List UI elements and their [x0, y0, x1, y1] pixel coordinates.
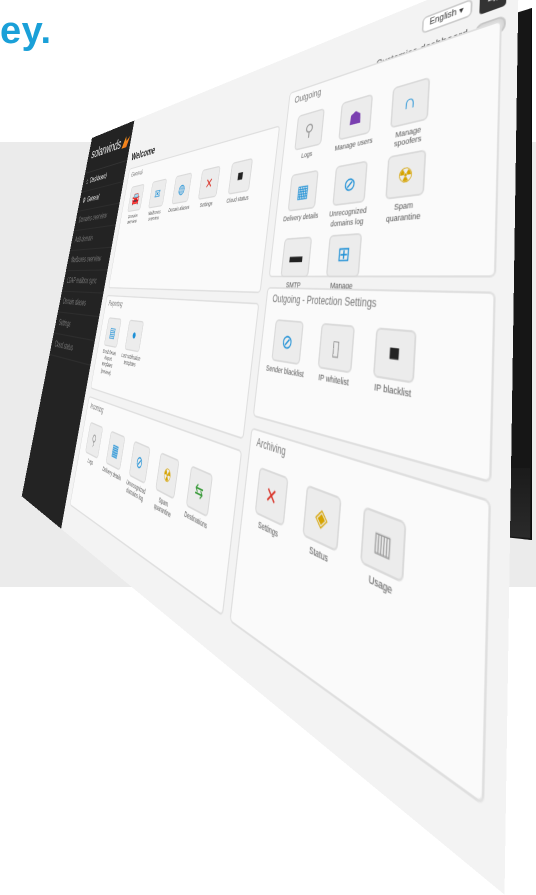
search-icon: ⚲: [303, 120, 315, 141]
tile-status-button[interactable]: ◈ Status: [294, 482, 349, 573]
users-icon: ☗: [348, 106, 363, 130]
mail-icon: ✉: [153, 186, 162, 202]
tile-icon-box: ▤: [103, 317, 122, 349]
drop-icon: ●: [130, 327, 138, 344]
document-icon: ▦: [295, 181, 310, 203]
status-icon: ◈: [314, 502, 329, 535]
tile-spam-quarantine-button[interactable]: ☢ Spam quarantine: [149, 450, 184, 522]
tile-label: Settings: [199, 199, 213, 209]
tile-label: Domains overview: [126, 212, 139, 226]
tile-icon-box: ●: [124, 319, 145, 353]
tile-label: Spam quarantine: [385, 200, 421, 223]
blocked-icon: ⊘: [342, 173, 357, 197]
tile-icon-box: ⚲: [85, 421, 104, 460]
document-icon: ▦: [110, 441, 120, 461]
tile-label: Cloud status: [226, 193, 249, 205]
sidebar-item-mailboxes-overview[interactable]: Mailboxes overview: [65, 247, 112, 272]
tile-icon-box: ▯: [317, 322, 356, 374]
tile-icon-box: ☢: [385, 149, 427, 201]
tile-icon-box: ▦: [287, 170, 319, 213]
tile-icon-box: ⇆: [185, 465, 214, 518]
tile-icon-box: ⊞: [325, 232, 363, 277]
tile-icon-box: ✉: [148, 178, 168, 209]
tile-icon-box: ◈: [302, 484, 342, 553]
tile-usage-button[interactable]: ▥ Usage: [350, 503, 416, 608]
tile-unrecognized-domains-log-button[interactable]: ⊘ Unrecognized domains log: [324, 160, 375, 229]
whitelist-icon: ▯: [330, 336, 342, 361]
tile-label: Mailboxes overview: [147, 208, 162, 223]
tile-sender-blacklist-button[interactable]: ⊘ Sender blacklist: [264, 319, 310, 380]
blocked-icon: ⊘: [134, 452, 144, 474]
logo-text: solarwinds: [90, 135, 123, 162]
tile-icon-box: ☢: [155, 452, 180, 500]
tile-icon-box: ▥: [360, 505, 407, 584]
tile-cloud-status-button[interactable]: ■ Cloud status: [221, 157, 257, 212]
tile-ip-blacklist-button[interactable]: ■ IP blacklist: [364, 327, 426, 402]
blacklist-icon: ■: [387, 341, 401, 369]
tile-icon-box: ⊘: [332, 160, 368, 207]
sidebar-item-label: Dashboard: [89, 171, 108, 185]
server-icon: ■: [236, 167, 245, 186]
tile-label: Email threat Report templates (preview): [100, 347, 117, 376]
tile-settings-button[interactable]: ✕ Settings: [247, 465, 295, 546]
tile-icon-box: ☗: [338, 93, 374, 141]
sidebar-item-label: General: [86, 192, 100, 204]
arrows-icon: ⇆: [193, 479, 205, 505]
radiation-icon: ☢: [396, 164, 414, 189]
tools-icon: ✕: [204, 175, 214, 192]
tile-icon-box: ✕: [254, 466, 289, 527]
tile-manage-spoofers-button[interactable]: ∩ Manage spoofers: [381, 74, 438, 151]
page-headline: ey.: [0, 10, 52, 52]
tile-label: Lost notification templates: [121, 351, 141, 369]
spoofer-icon: ∩: [403, 90, 417, 116]
tile-icon-box: ∩: [390, 76, 431, 129]
card-archiving: Archiving ✕ Settings ◈ Status ▥ Usage: [229, 427, 492, 807]
tile-logs-button[interactable]: ⚲ Logs: [287, 106, 331, 170]
tile-icon-box: 🚘: [127, 183, 145, 213]
tile-icon-box: ■: [372, 327, 417, 384]
tile-label: Manage spoofers: [393, 124, 422, 149]
tile-settings-button[interactable]: ✕ Settings: [192, 165, 225, 217]
tile-label: Logs: [300, 149, 313, 160]
tile-label: Domain aliases: [168, 203, 190, 214]
tile-spam-quarantine-button[interactable]: ☢ Spam quarantine: [376, 148, 435, 224]
search-icon: ⚲: [90, 431, 98, 450]
radiation-icon: ☢: [161, 464, 173, 488]
tile-label: Sender blacklist: [265, 363, 305, 380]
monitor-screen: solarwinds ⌂Dashboard ⚙General Domains o…: [21, 0, 519, 895]
tile-icon-box: ⊘: [271, 319, 304, 366]
language-label: English: [429, 7, 457, 29]
tile-label: Delivery details: [282, 211, 319, 224]
car-icon: 🚘: [130, 191, 141, 206]
tile-icon-box: ◍: [171, 172, 193, 205]
report-icon: ▤: [108, 325, 117, 341]
tile-group: ⊘ Sender blacklist ▯ IP whitelist ■ IP blackl…: [258, 312, 493, 425]
blocked-icon: ⊘: [280, 331, 294, 354]
tile-manage-users-button[interactable]: ☗ Manage users: [330, 92, 380, 162]
sidebar-item-ldap-mailbox-sync[interactable]: LDAP mailbox sync: [61, 270, 108, 294]
network-icon: ⊞: [336, 244, 351, 267]
globe-icon: ◍: [177, 181, 187, 198]
tile-delivery-details-button[interactable]: ▦ Delivery details: [280, 169, 325, 232]
tile-icon-box: ▦: [105, 430, 126, 471]
tile-label: IP whitelist: [318, 372, 350, 388]
tools-icon: ✕: [264, 482, 279, 512]
tile-icon-box: ⚲: [294, 107, 325, 151]
tile-label: Logs: [87, 456, 94, 467]
tile-icon-box: ▬: [280, 235, 313, 277]
tile-icon-box: ■: [227, 157, 254, 195]
usage-icon: ▥: [372, 525, 393, 564]
tile-group: ▤ Email threat Report templates (preview)…: [93, 312, 255, 421]
tile-destinations-button[interactable]: ⇆ Destinations: [179, 463, 218, 543]
smtp-icon: ▬: [288, 246, 304, 267]
tile-label: Unrecognized domains log: [328, 206, 368, 228]
tile-ip-whitelist-button[interactable]: ▯ IP whitelist: [310, 322, 363, 389]
tile-label: IP blacklist: [373, 381, 412, 400]
tile-icon-box: ✕: [197, 165, 221, 200]
tile-icon-box: ⊘: [128, 440, 151, 485]
